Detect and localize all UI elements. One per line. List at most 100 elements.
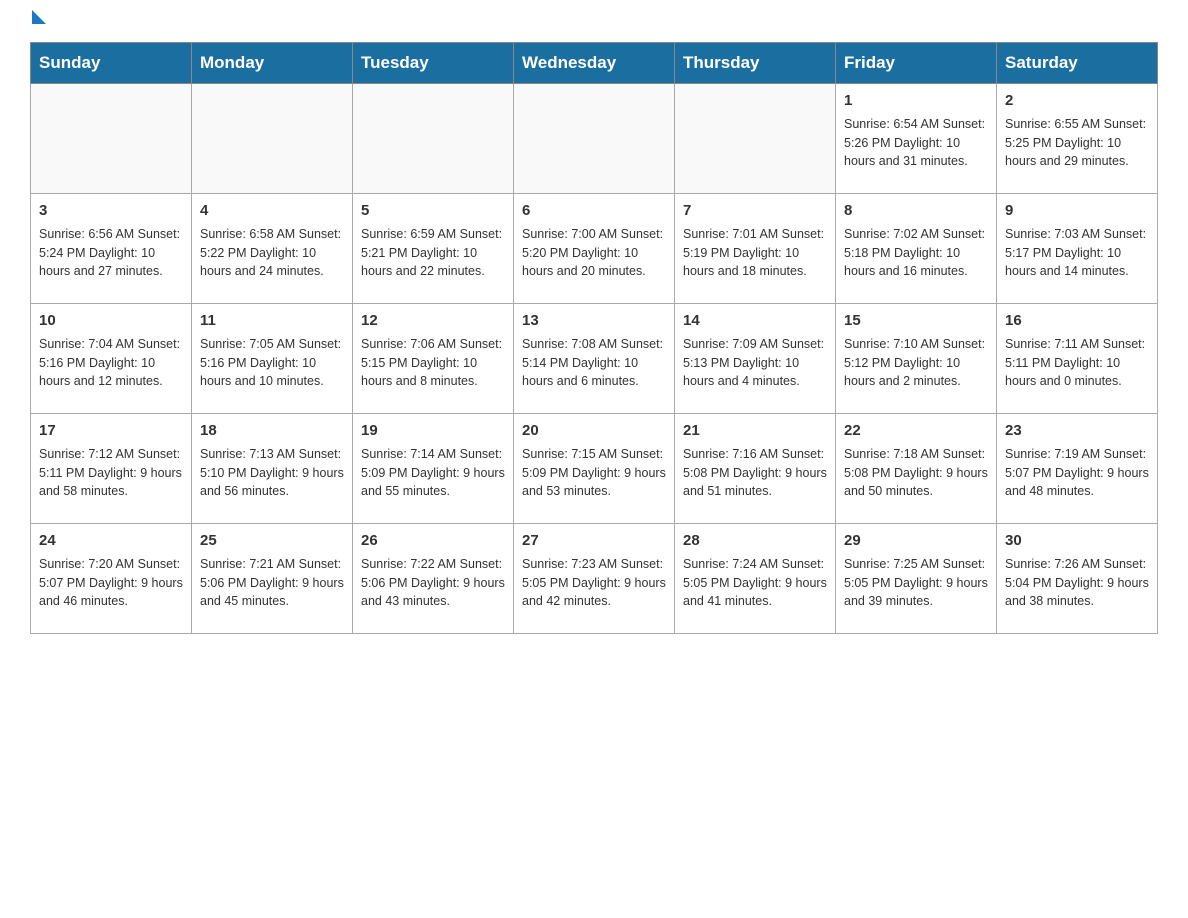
day-number: 24 <box>39 530 183 552</box>
calendar-cell: 18 Sunrise: 7:13 AM Sunset: 5:10 PM Dayli… <box>192 414 353 524</box>
day-number: 15 <box>844 310 988 332</box>
day-detail: Sunrise: 6:56 AM Sunset: 5:24 PM Dayligh… <box>39 225 183 281</box>
calendar-week-row: 17 Sunrise: 7:12 AM Sunset: 5:11 PM Dayli… <box>31 414 1158 524</box>
day-detail: Sunrise: 7:16 AM Sunset: 5:08 PM Dayligh… <box>683 445 827 501</box>
day-number: 4 <box>200 200 344 222</box>
calendar-week-row: 3 Sunrise: 6:56 AM Sunset: 5:24 PM Daylig… <box>31 194 1158 304</box>
day-number: 26 <box>361 530 505 552</box>
logo-triangle-icon <box>32 10 46 24</box>
day-number: 12 <box>361 310 505 332</box>
day-detail: Sunrise: 7:15 AM Sunset: 5:09 PM Dayligh… <box>522 445 666 501</box>
day-detail: Sunrise: 7:04 AM Sunset: 5:16 PM Dayligh… <box>39 335 183 391</box>
day-detail: Sunrise: 7:14 AM Sunset: 5:09 PM Dayligh… <box>361 445 505 501</box>
day-number: 17 <box>39 420 183 442</box>
day-detail: Sunrise: 7:01 AM Sunset: 5:19 PM Dayligh… <box>683 225 827 281</box>
page-header <box>30 20 1158 24</box>
calendar-header-monday: Monday <box>192 43 353 84</box>
day-number: 21 <box>683 420 827 442</box>
logo <box>30 20 46 24</box>
day-number: 6 <box>522 200 666 222</box>
day-number: 16 <box>1005 310 1149 332</box>
day-detail: Sunrise: 7:19 AM Sunset: 5:07 PM Dayligh… <box>1005 445 1149 501</box>
calendar-cell: 4 Sunrise: 6:58 AM Sunset: 5:22 PM Daylig… <box>192 194 353 304</box>
calendar-cell <box>353 84 514 194</box>
calendar-cell: 15 Sunrise: 7:10 AM Sunset: 5:12 PM Dayli… <box>836 304 997 414</box>
calendar-cell <box>192 84 353 194</box>
day-number: 25 <box>200 530 344 552</box>
calendar-cell: 20 Sunrise: 7:15 AM Sunset: 5:09 PM Dayli… <box>514 414 675 524</box>
day-detail: Sunrise: 7:26 AM Sunset: 5:04 PM Dayligh… <box>1005 555 1149 611</box>
calendar-cell: 12 Sunrise: 7:06 AM Sunset: 5:15 PM Dayli… <box>353 304 514 414</box>
calendar-cell: 29Sunrise: 7:25 AM Sunset: 5:05 PM Dayli… <box>836 524 997 634</box>
day-number: 14 <box>683 310 827 332</box>
calendar-cell: 19 Sunrise: 7:14 AM Sunset: 5:09 PM Dayli… <box>353 414 514 524</box>
calendar-cell <box>31 84 192 194</box>
day-detail: Sunrise: 7:02 AM Sunset: 5:18 PM Dayligh… <box>844 225 988 281</box>
day-number: 5 <box>361 200 505 222</box>
day-detail: Sunrise: 7:20 AM Sunset: 5:07 PM Dayligh… <box>39 555 183 611</box>
calendar-week-row: 10 Sunrise: 7:04 AM Sunset: 5:16 PM Dayli… <box>31 304 1158 414</box>
calendar-cell: 1 Sunrise: 6:54 AM Sunset: 5:26 PM Daylig… <box>836 84 997 194</box>
day-detail: Sunrise: 7:09 AM Sunset: 5:13 PM Dayligh… <box>683 335 827 391</box>
calendar-week-row: 24 Sunrise: 7:20 AM Sunset: 5:07 PM Dayli… <box>31 524 1158 634</box>
calendar-cell: 30 Sunrise: 7:26 AM Sunset: 5:04 PM Dayli… <box>997 524 1158 634</box>
day-number: 9 <box>1005 200 1149 222</box>
day-detail: Sunrise: 7:10 AM Sunset: 5:12 PM Dayligh… <box>844 335 988 391</box>
calendar-cell: 11 Sunrise: 7:05 AM Sunset: 5:16 PM Dayli… <box>192 304 353 414</box>
day-number: 3 <box>39 200 183 222</box>
calendar-cell <box>675 84 836 194</box>
day-number: 30 <box>1005 530 1149 552</box>
calendar-cell: 2Sunrise: 6:55 AM Sunset: 5:25 PM Daylig… <box>997 84 1158 194</box>
calendar-cell: 27Sunrise: 7:23 AM Sunset: 5:05 PM Dayli… <box>514 524 675 634</box>
calendar-cell: 26Sunrise: 7:22 AM Sunset: 5:06 PM Dayli… <box>353 524 514 634</box>
calendar-cell: 10 Sunrise: 7:04 AM Sunset: 5:16 PM Dayli… <box>31 304 192 414</box>
day-number: 2 <box>1005 90 1149 112</box>
calendar-cell: 25 Sunrise: 7:21 AM Sunset: 5:06 PM Dayli… <box>192 524 353 634</box>
calendar-table: SundayMondayTuesdayWednesdayThursdayFrid… <box>30 42 1158 634</box>
day-number: 13 <box>522 310 666 332</box>
day-detail: Sunrise: 7:12 AM Sunset: 5:11 PM Dayligh… <box>39 445 183 501</box>
day-detail: Sunrise: 7:11 AM Sunset: 5:11 PM Dayligh… <box>1005 335 1149 391</box>
calendar-header-row: SundayMondayTuesdayWednesdayThursdayFrid… <box>31 43 1158 84</box>
day-detail: Sunrise: 7:00 AM Sunset: 5:20 PM Dayligh… <box>522 225 666 281</box>
calendar-header-saturday: Saturday <box>997 43 1158 84</box>
calendar-cell: 14 Sunrise: 7:09 AM Sunset: 5:13 PM Dayli… <box>675 304 836 414</box>
calendar-cell: 8 Sunrise: 7:02 AM Sunset: 5:18 PM Daylig… <box>836 194 997 304</box>
calendar-header-sunday: Sunday <box>31 43 192 84</box>
calendar-cell: 13Sunrise: 7:08 AM Sunset: 5:14 PM Dayli… <box>514 304 675 414</box>
day-number: 10 <box>39 310 183 332</box>
calendar-cell: 28 Sunrise: 7:24 AM Sunset: 5:05 PM Dayli… <box>675 524 836 634</box>
day-number: 11 <box>200 310 344 332</box>
day-detail: Sunrise: 7:24 AM Sunset: 5:05 PM Dayligh… <box>683 555 827 611</box>
day-number: 29 <box>844 530 988 552</box>
day-number: 27 <box>522 530 666 552</box>
calendar-header-wednesday: Wednesday <box>514 43 675 84</box>
day-number: 18 <box>200 420 344 442</box>
calendar-cell: 17 Sunrise: 7:12 AM Sunset: 5:11 PM Dayli… <box>31 414 192 524</box>
day-number: 7 <box>683 200 827 222</box>
day-detail: Sunrise: 7:06 AM Sunset: 5:15 PM Dayligh… <box>361 335 505 391</box>
calendar-cell: 5Sunrise: 6:59 AM Sunset: 5:21 PM Daylig… <box>353 194 514 304</box>
day-detail: Sunrise: 6:54 AM Sunset: 5:26 PM Dayligh… <box>844 115 988 171</box>
day-detail: Sunrise: 7:21 AM Sunset: 5:06 PM Dayligh… <box>200 555 344 611</box>
day-detail: Sunrise: 7:13 AM Sunset: 5:10 PM Dayligh… <box>200 445 344 501</box>
calendar-cell: 16 Sunrise: 7:11 AM Sunset: 5:11 PM Dayli… <box>997 304 1158 414</box>
day-detail: Sunrise: 6:58 AM Sunset: 5:22 PM Dayligh… <box>200 225 344 281</box>
day-detail: Sunrise: 7:05 AM Sunset: 5:16 PM Dayligh… <box>200 335 344 391</box>
day-number: 22 <box>844 420 988 442</box>
day-number: 8 <box>844 200 988 222</box>
calendar-cell: 21 Sunrise: 7:16 AM Sunset: 5:08 PM Dayli… <box>675 414 836 524</box>
day-number: 28 <box>683 530 827 552</box>
calendar-cell: 7 Sunrise: 7:01 AM Sunset: 5:19 PM Daylig… <box>675 194 836 304</box>
day-number: 20 <box>522 420 666 442</box>
day-number: 1 <box>844 90 988 112</box>
calendar-cell <box>514 84 675 194</box>
calendar-cell: 3 Sunrise: 6:56 AM Sunset: 5:24 PM Daylig… <box>31 194 192 304</box>
calendar-cell: 22 Sunrise: 7:18 AM Sunset: 5:08 PM Dayli… <box>836 414 997 524</box>
calendar-cell: 24 Sunrise: 7:20 AM Sunset: 5:07 PM Dayli… <box>31 524 192 634</box>
day-detail: Sunrise: 7:03 AM Sunset: 5:17 PM Dayligh… <box>1005 225 1149 281</box>
day-detail: Sunrise: 7:18 AM Sunset: 5:08 PM Dayligh… <box>844 445 988 501</box>
calendar-header-thursday: Thursday <box>675 43 836 84</box>
day-number: 19 <box>361 420 505 442</box>
calendar-week-row: 1 Sunrise: 6:54 AM Sunset: 5:26 PM Daylig… <box>31 84 1158 194</box>
